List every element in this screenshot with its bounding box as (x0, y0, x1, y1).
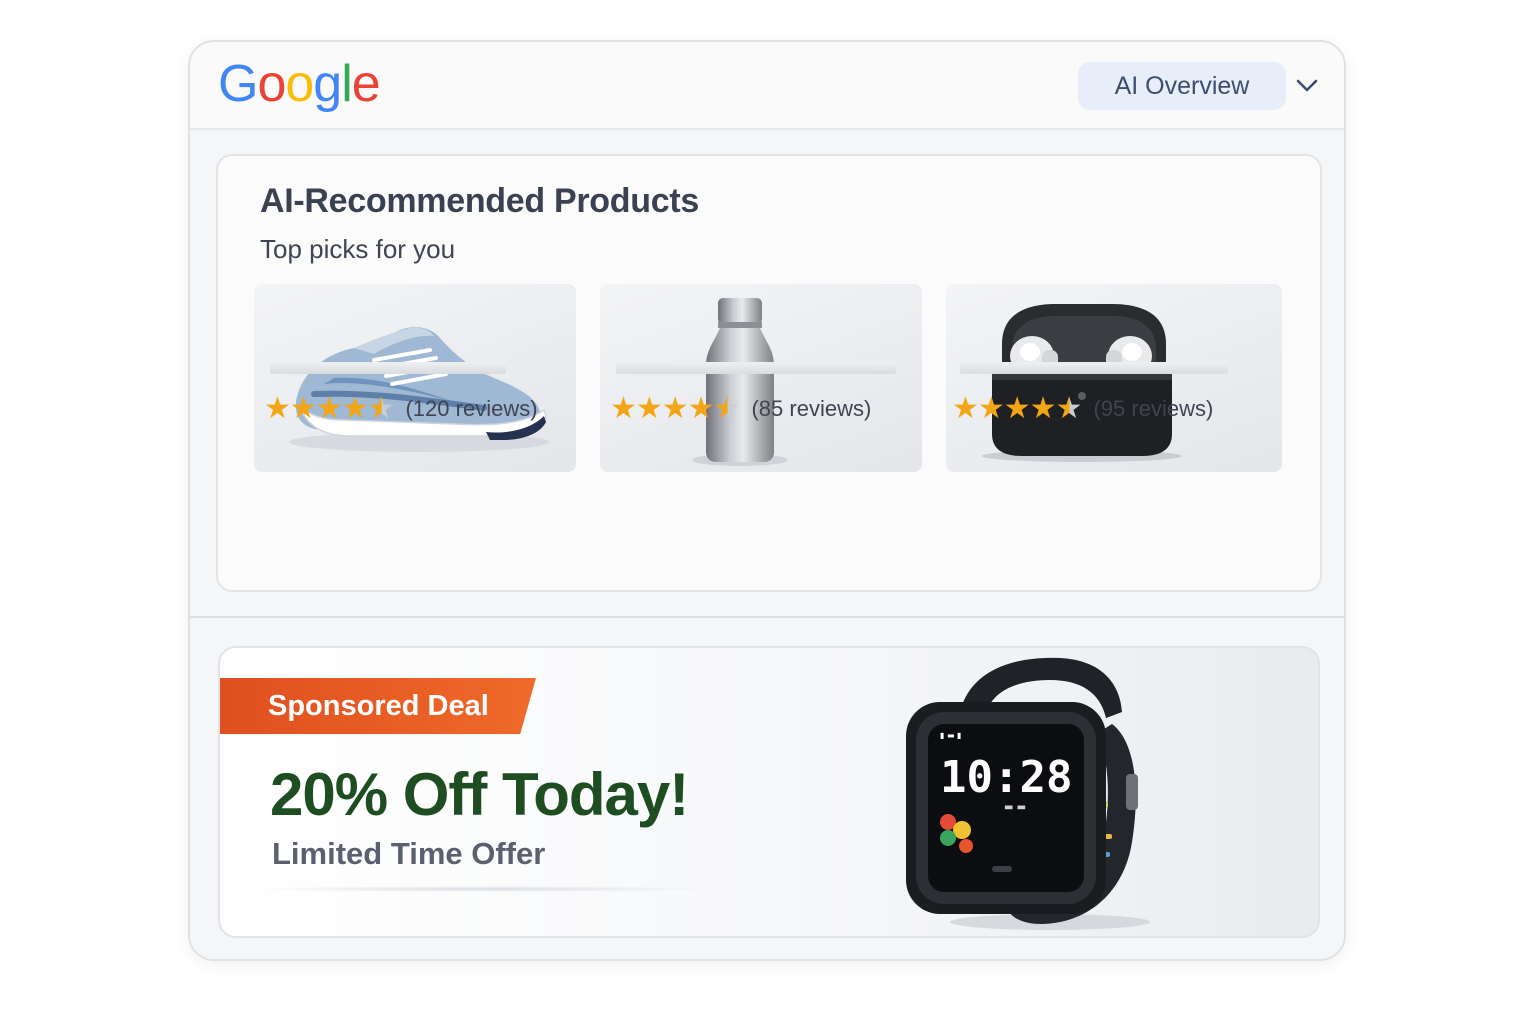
product-image[interactable] (946, 284, 1282, 472)
product-rating: ★★★★★ (120 reviews) (264, 394, 538, 424)
star-rating-icon: ★★★★★ (952, 392, 1082, 425)
star-rating-icon: ★★★★★ (610, 392, 740, 425)
water-bottle-icon (692, 298, 788, 466)
ai-overview-button[interactable]: AI Overview (1078, 62, 1286, 110)
section-divider (190, 616, 1344, 618)
recommended-products-card: AI-Recommended Products Top picks for yo… (216, 154, 1322, 592)
product-image[interactable] (600, 284, 922, 472)
product-image[interactable] (254, 284, 576, 472)
decorative-swoosh (250, 886, 720, 892)
sneaker-icon (289, 327, 549, 452)
review-count[interactable]: (120 reviews) (405, 396, 537, 422)
star-rating-icon: ★★★★★ (264, 392, 394, 425)
watch-time-display: 10:28 (940, 752, 1072, 803)
product-card[interactable] (946, 284, 1282, 472)
review-count[interactable]: (95 reviews) (1093, 396, 1213, 422)
chevron-down-icon[interactable] (1294, 72, 1320, 98)
review-count[interactable]: (85 reviews) (751, 396, 871, 422)
search-result-frame: Google AI Overview AI-Recommended Produc… (188, 40, 1346, 961)
sponsored-deal-card[interactable]: Sponsored Deal 20% Off Today! Limited Ti… (218, 646, 1320, 938)
product-title-placeholder (616, 362, 896, 374)
svg-text:▬ ▬: ▬ ▬ (1004, 802, 1026, 813)
recommended-subtitle: Top picks for you (260, 234, 456, 264)
product-rating: ★★★★★ (95 reviews) (952, 394, 1213, 424)
earbuds-case-icon (982, 304, 1182, 462)
top-bar: Google AI Overview (190, 42, 1344, 130)
product-card[interactable] (600, 284, 922, 472)
deal-subline: Limited Time Offer (272, 836, 546, 871)
product-card[interactable] (254, 284, 576, 472)
google-logo[interactable]: Google (218, 56, 381, 112)
sponsored-badge: Sponsored Deal (220, 678, 536, 734)
recommended-title: AI-Recommended Products (260, 182, 699, 220)
smartwatch-icon[interactable]: ▮ ▬ ▮ 10:28 ▬ ▬ (900, 652, 1180, 938)
product-title-placeholder (270, 362, 506, 374)
product-rating: ★★★★★ (85 reviews) (610, 394, 871, 424)
svg-text:▮ ▬ ▮: ▮ ▬ ▮ (940, 731, 961, 740)
product-title-placeholder (960, 362, 1228, 374)
deal-headline[interactable]: 20% Off Today! (270, 760, 689, 829)
